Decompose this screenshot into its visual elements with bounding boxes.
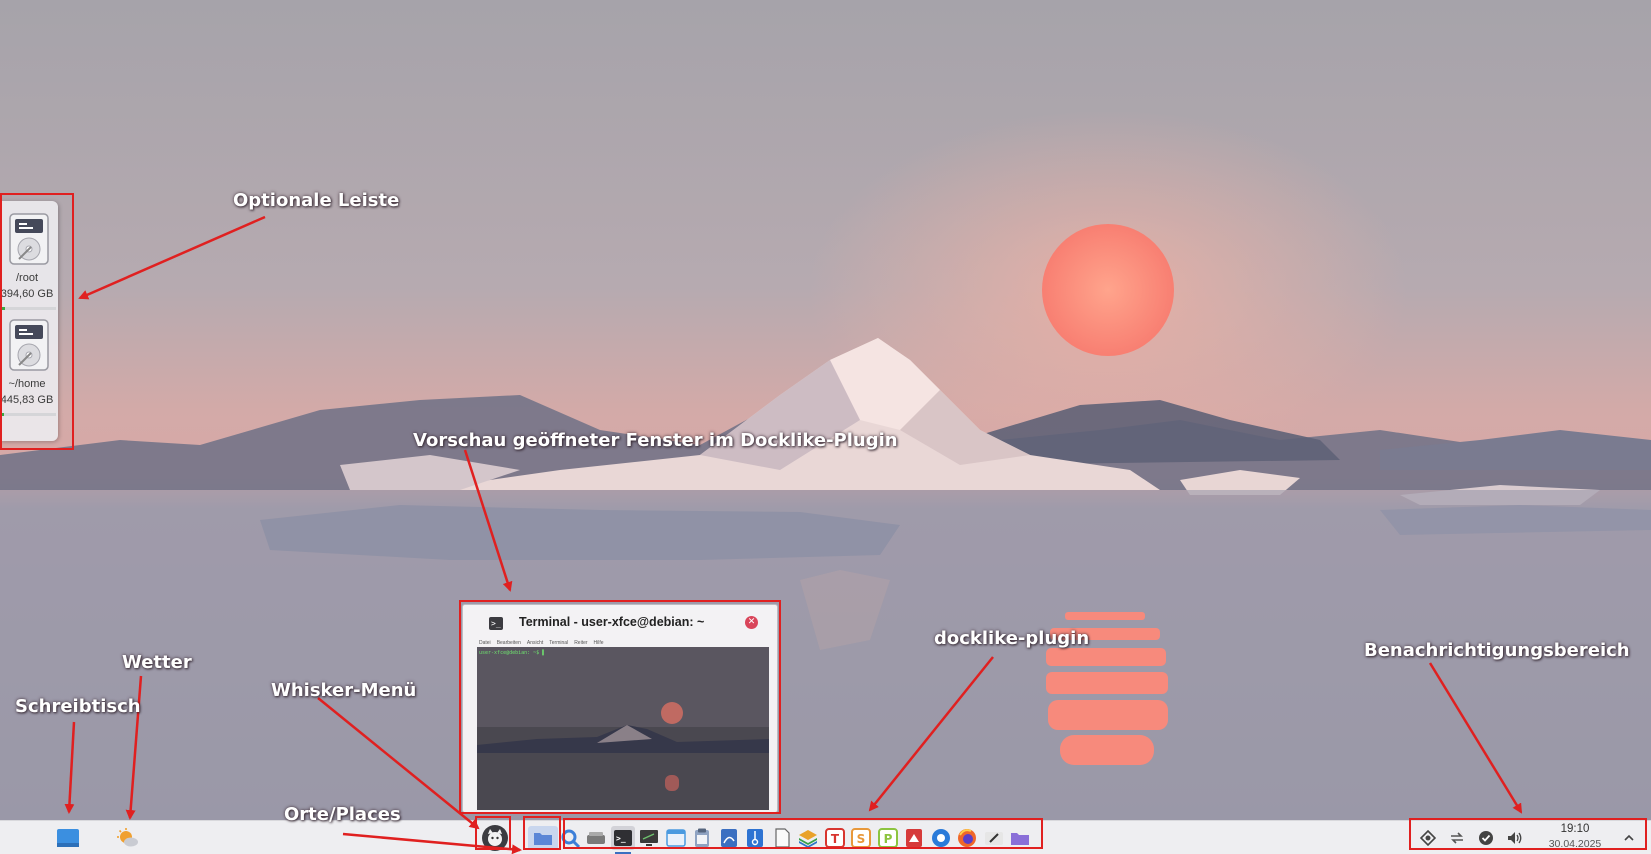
highlight-docklike: [563, 818, 1043, 849]
weather-icon: [117, 828, 138, 847]
desktop-wallpaper: [0, 0, 1651, 820]
highlight-side-panel: [0, 193, 74, 450]
highlight-places: [523, 816, 561, 850]
label-notification-area: Benachrichtigungsbereich: [1364, 640, 1630, 661]
weather-button[interactable]: [116, 826, 140, 850]
label-optional-panel: Optionale Leiste: [233, 190, 400, 211]
desktop-icon: [57, 829, 79, 847]
highlight-notification-area: [1409, 818, 1647, 850]
highlight-whisker: [475, 816, 511, 850]
highlight-preview: [459, 600, 781, 814]
label-places: Orte/Places: [284, 804, 401, 825]
label-docklike: docklike-plugin: [934, 628, 1090, 649]
label-desktop: Schreibtisch: [15, 696, 141, 717]
label-whisker: Whisker-Menü: [271, 680, 417, 701]
show-desktop-button[interactable]: [56, 826, 80, 850]
label-weather: Wetter: [122, 652, 192, 673]
label-preview: Vorschau geöffneter Fenster im Docklike-…: [413, 430, 898, 451]
